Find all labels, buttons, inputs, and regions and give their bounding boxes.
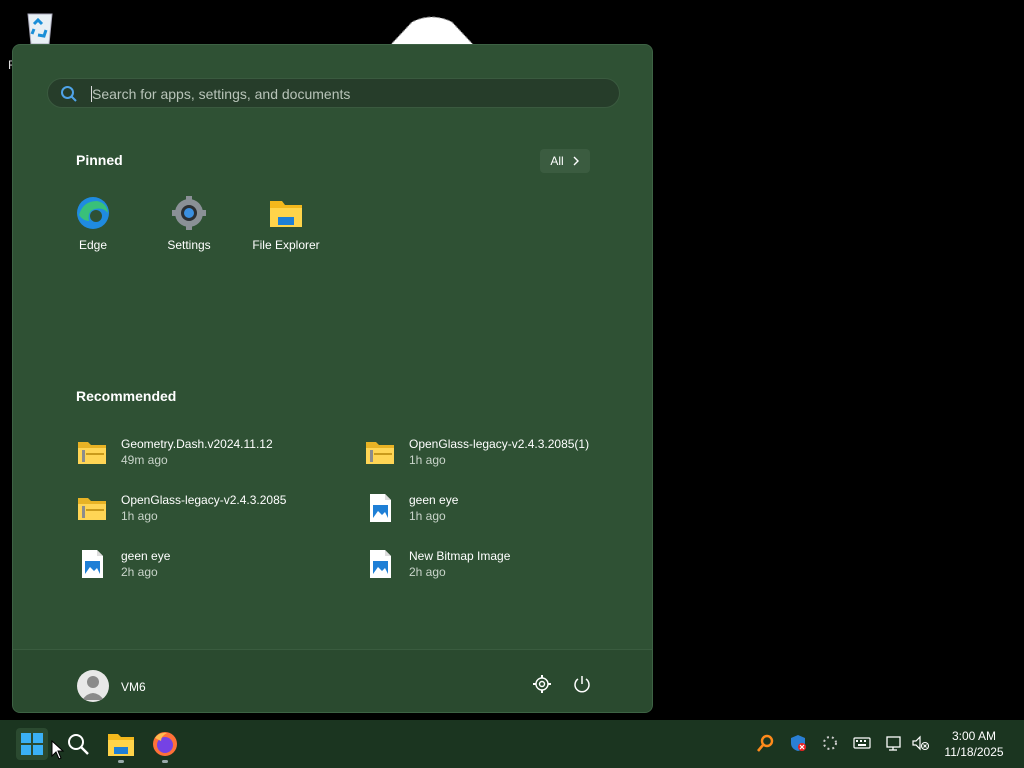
recommended-item-name: OpenGlass-legacy-v2.4.3.2085(1): [409, 437, 590, 451]
recommended-item[interactable]: New Bitmap Image 2h ago: [364, 544, 634, 584]
firefox-icon: [153, 732, 177, 756]
clock-date: 11/18/2025: [944, 745, 1004, 759]
recommended-title: Recommended: [76, 388, 177, 404]
pinned-app-label: File Explorer: [252, 238, 320, 252]
running-indicator: [118, 760, 124, 763]
pinned-app-settings[interactable]: Settings: [144, 195, 234, 252]
pinned-app-label: Edge: [78, 238, 108, 252]
taskbar-firefox[interactable]: [149, 728, 181, 760]
clock[interactable]: 3:00 AM 11/18/2025: [936, 728, 1012, 760]
settings-gear-icon: [172, 196, 206, 230]
all-apps-label: All: [550, 154, 564, 168]
running-indicator: [162, 760, 168, 763]
edge-icon: [77, 197, 109, 229]
recycle-bin-icon[interactable]: [20, 6, 60, 46]
search-icon: [68, 734, 89, 755]
start-button[interactable]: [16, 728, 48, 760]
username-label[interactable]: VM6: [121, 680, 146, 694]
recommended-item-time: 2h ago: [121, 565, 158, 579]
recommended-item-name: OpenGlass-legacy-v2.4.3.2085: [121, 493, 287, 507]
zip-folder-icon: [78, 442, 106, 464]
chevron-right-icon: [573, 156, 579, 166]
zip-folder-icon: [78, 498, 106, 520]
taskbar: 3:00 AM 11/18/2025: [0, 720, 1024, 768]
pinned-app-file-explorer[interactable]: File Explorer: [241, 195, 331, 252]
search-box[interactable]: [47, 78, 620, 109]
recommended-item-time: 2h ago: [409, 565, 446, 579]
pinned-title: Pinned: [76, 152, 123, 168]
recommended-item-time: 1h ago: [409, 509, 446, 523]
image-file-icon: [370, 550, 391, 578]
recommended-item-name: geen eye: [121, 549, 171, 563]
power-icon[interactable]: [572, 674, 592, 694]
mouse-cursor-icon: [51, 740, 65, 760]
keyboard-icon[interactable]: [853, 734, 871, 752]
image-file-icon: [82, 550, 103, 578]
zip-folder-icon: [366, 442, 394, 464]
taskbar-search-button[interactable]: [62, 728, 94, 760]
volume-muted-icon[interactable]: [911, 734, 929, 752]
recommended-item-time: 49m ago: [121, 453, 168, 467]
windows-logo-icon: [21, 733, 43, 755]
start-menu-footer: VM6: [13, 649, 652, 712]
recommended-item-name: Geometry.Dash.v2024.11.12: [121, 437, 273, 451]
recommended-item[interactable]: geen eye 1h ago: [364, 488, 634, 528]
settings-gear-icon[interactable]: [532, 674, 552, 694]
recommended-item[interactable]: OpenGlass-legacy-v2.4.3.2085(1) 1h ago: [364, 432, 634, 472]
loading-icon[interactable]: [821, 734, 839, 752]
user-avatar[interactable]: [77, 670, 109, 702]
recommended-item-time: 1h ago: [409, 453, 446, 467]
recommended-item-name: New Bitmap Image: [409, 549, 511, 563]
search-input[interactable]: [90, 79, 604, 109]
taskbar-file-explorer[interactable]: [105, 728, 137, 760]
folder-icon: [270, 201, 302, 227]
all-apps-button[interactable]: All: [540, 149, 590, 173]
user-icon: [82, 676, 104, 700]
folder-icon: [108, 734, 134, 756]
magnifier-icon[interactable]: [757, 734, 775, 752]
recommended-item[interactable]: Geometry.Dash.v2024.11.12 49m ago: [76, 432, 346, 472]
recommended-item[interactable]: geen eye 2h ago: [76, 544, 346, 584]
clock-time: 3:00 AM: [951, 729, 997, 743]
recommended-item-name: geen eye: [409, 493, 459, 507]
image-file-icon: [370, 494, 391, 522]
recommended-item[interactable]: OpenGlass-legacy-v2.4.3.2085 1h ago: [76, 488, 346, 528]
pinned-app-label: Settings: [167, 238, 211, 252]
search-icon: [61, 86, 77, 102]
security-shield-icon[interactable]: [789, 734, 807, 752]
network-icon[interactable]: [885, 734, 903, 752]
start-menu: Pinned All Edge Settings: [12, 44, 653, 713]
pinned-app-edge[interactable]: Edge: [48, 195, 138, 252]
recommended-item-time: 1h ago: [121, 509, 158, 523]
